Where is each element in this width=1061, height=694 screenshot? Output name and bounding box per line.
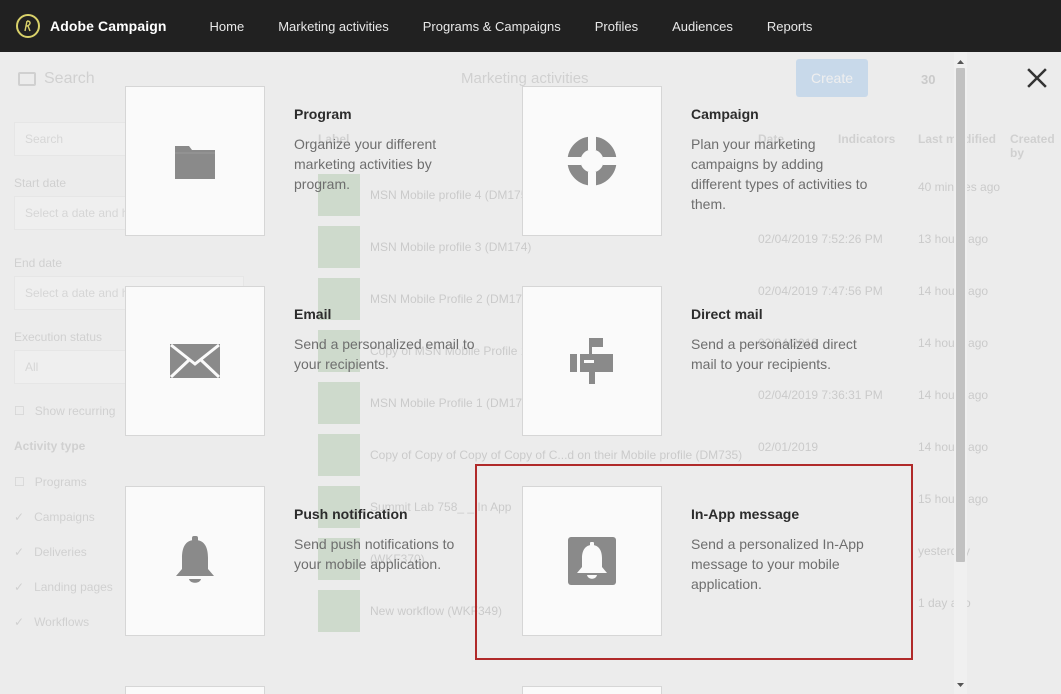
card-program: Program Organize your different marketin… [125, 86, 485, 236]
email-text: Email Send a personalized email to your … [294, 306, 480, 374]
app-logo[interactable]: Adobe Campaign [16, 14, 167, 38]
direct-mail-description: Send a personalized direct mail to your … [691, 336, 857, 372]
push-notification-tile[interactable] [125, 486, 265, 636]
folder-icon [175, 146, 215, 179]
email-title[interactable]: Email [294, 306, 480, 322]
program-description: Organize your different marketing activi… [294, 136, 437, 192]
nav-reports[interactable]: Reports [767, 19, 813, 34]
nav-programs-campaigns[interactable]: Programs & Campaigns [423, 19, 561, 34]
campaign-tile[interactable] [522, 86, 662, 236]
lifebuoy-icon [567, 136, 617, 186]
main-nav: Home Marketing activities Programs & Cam… [210, 19, 847, 34]
adobe-campaign-logo-icon [16, 14, 40, 38]
scroll-up-arrow-icon[interactable] [954, 57, 967, 67]
bg-col-created-by: Created by [1010, 132, 1055, 160]
email-tile[interactable] [125, 286, 265, 436]
campaign-description: Plan your marketing campaigns by adding … [691, 136, 868, 212]
bell-icon [176, 536, 214, 583]
in-app-message-title[interactable]: In-App message [691, 506, 877, 522]
direct-mail-tile[interactable] [522, 286, 662, 436]
program-title[interactable]: Program [294, 106, 480, 122]
app-name: Adobe Campaign [50, 18, 167, 34]
envelope-icon [170, 344, 220, 378]
direct-mail-text: Direct mail Send a personalized direct m… [691, 306, 877, 374]
nav-home[interactable]: Home [210, 19, 245, 34]
card-email: Email Send a personalized email to your … [125, 286, 485, 436]
in-app-message-text: In-App message Send a personalized In-Ap… [691, 506, 877, 594]
program-text: Program Organize your different marketin… [294, 106, 480, 194]
card-in-app-message: In-App message Send a personalized In-Ap… [522, 486, 882, 636]
in-app-message-tile[interactable] [522, 486, 662, 636]
direct-mail-title[interactable]: Direct mail [691, 306, 877, 322]
scrollbar-thumb[interactable] [956, 68, 965, 562]
push-notification-text: Push notification Send push notification… [294, 506, 480, 574]
card-push-notification: Push notification Send push notification… [125, 486, 485, 636]
card-direct-mail: Direct mail Send a personalized direct m… [522, 286, 882, 436]
next-card-tile-partial[interactable] [522, 686, 662, 694]
create-activity-overlay: Program Organize your different marketin… [0, 52, 955, 694]
card-campaign: Campaign Plan your marketing campaigns b… [522, 86, 882, 236]
push-notification-description: Send push notifications to your mobile a… [294, 536, 455, 572]
top-navigation-bar: Adobe Campaign Home Marketing activities… [0, 0, 1061, 52]
overlay-scrollbar[interactable] [954, 52, 967, 694]
scroll-down-arrow-icon[interactable] [954, 680, 967, 690]
mailbox-icon [570, 338, 613, 384]
email-description: Send a personalized email to your recipi… [294, 336, 475, 372]
in-app-message-description: Send a personalized In-App message to yo… [691, 536, 864, 592]
close-button[interactable] [1025, 66, 1049, 90]
nav-marketing-activities[interactable]: Marketing activities [278, 19, 389, 34]
nav-profiles[interactable]: Profiles [595, 19, 638, 34]
next-card-tile-partial[interactable] [125, 686, 265, 694]
nav-audiences[interactable]: Audiences [672, 19, 733, 34]
push-notification-title[interactable]: Push notification [294, 506, 480, 522]
program-tile[interactable] [125, 86, 265, 236]
close-icon [1027, 68, 1047, 88]
campaign-title[interactable]: Campaign [691, 106, 877, 122]
bell-square-icon [568, 537, 616, 585]
campaign-text: Campaign Plan your marketing campaigns b… [691, 106, 877, 214]
